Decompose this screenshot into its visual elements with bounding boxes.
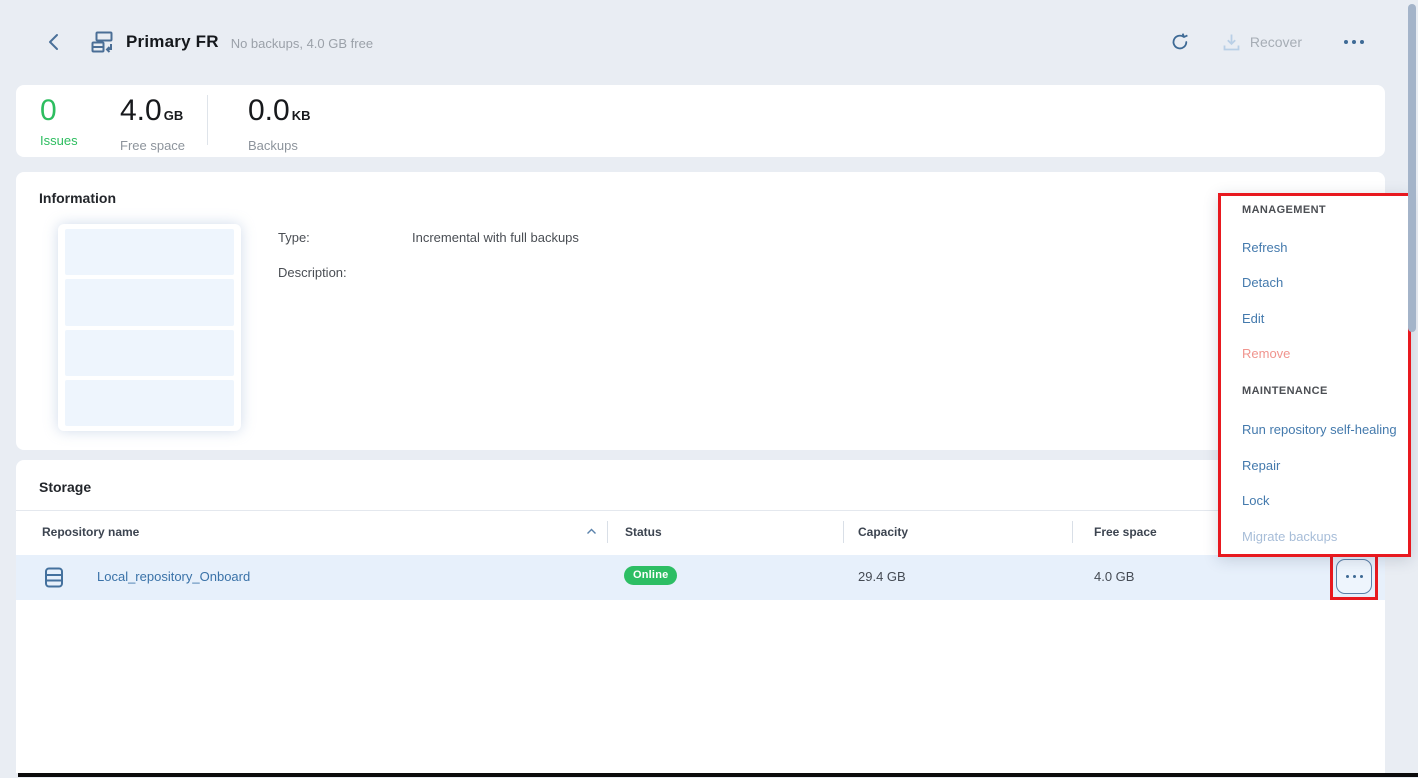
free-space-cell: 4.0 GB [1094, 569, 1134, 584]
free-space-value: 4.0 [120, 94, 162, 127]
menu-item-run-repository-self-healing[interactable]: Run repository self-healing [1242, 422, 1397, 437]
information-title: Information [39, 190, 116, 206]
window-bottom-edge [18, 773, 1418, 777]
sort-asc-icon[interactable] [586, 528, 597, 535]
menu-section-maintenance: MAINTENANCE [1242, 385, 1328, 397]
field-type: Type: Incremental with full backups [278, 230, 579, 245]
ellipsis-icon [1344, 40, 1348, 44]
header-more-button[interactable] [1338, 34, 1370, 50]
storage-panel: Storage Repository name Status Capacity … [16, 460, 1385, 773]
column-free-space[interactable]: Free space [1094, 525, 1157, 539]
page-header: Primary FR No backups, 4.0 GB free Recov… [40, 22, 1370, 62]
stat-divider [207, 95, 208, 145]
menu-item-remove[interactable]: Remove [1242, 346, 1290, 361]
repository-name-link[interactable]: Local_repository_Onboard [97, 569, 250, 584]
refresh-icon [1170, 32, 1190, 52]
issues-label: Issues [40, 133, 78, 148]
backups-unit: KB [292, 108, 311, 123]
database-icon [44, 567, 64, 588]
backups-label: Backups [248, 138, 311, 153]
back-button[interactable] [40, 28, 68, 56]
ellipsis-icon [1346, 575, 1363, 578]
page-title: Primary FR [126, 32, 219, 52]
issues-value: 0 [40, 95, 78, 127]
status-badge: Online [624, 566, 677, 585]
backups-value: 0.0 [248, 94, 290, 127]
table-row[interactable]: Local_repository_Onboard Online 29.4 GB … [16, 555, 1385, 600]
information-panel: Information Type: Incremental with full … [16, 172, 1385, 450]
repository-illustration [58, 224, 241, 431]
table-header: Repository name Status Capacity Free spa… [16, 511, 1385, 555]
column-status[interactable]: Status [625, 525, 662, 539]
free-space-unit: GB [164, 108, 184, 123]
row-actions-context-menu: MANAGEMENT Refresh Detach Edit Remove MA… [1218, 193, 1411, 557]
chevron-left-icon [46, 33, 62, 51]
menu-item-edit[interactable]: Edit [1242, 311, 1264, 326]
column-divider [843, 521, 844, 543]
type-label: Type: [278, 230, 412, 245]
menu-item-migrate-backups[interactable]: Migrate backups [1242, 529, 1337, 544]
column-divider [1072, 521, 1073, 543]
field-description: Description: [278, 265, 579, 280]
description-label: Description: [278, 265, 412, 280]
stat-free-space: 4.0GB Free space [120, 95, 185, 153]
type-value: Incremental with full backups [412, 230, 579, 245]
recover-button[interactable]: Recover [1222, 33, 1302, 52]
menu-item-detach[interactable]: Detach [1242, 275, 1283, 290]
row-actions-button[interactable] [1336, 559, 1372, 594]
refresh-button[interactable] [1164, 26, 1196, 58]
menu-section-management: MANAGEMENT [1242, 204, 1326, 216]
vertical-scrollbar-thumb[interactable] [1408, 4, 1416, 332]
column-capacity[interactable]: Capacity [858, 525, 908, 539]
stat-backups: 0.0KB Backups [248, 95, 311, 153]
storage-title: Storage [39, 479, 91, 495]
column-repository-name[interactable]: Repository name [42, 525, 139, 539]
repository-icon [90, 30, 114, 54]
menu-item-refresh[interactable]: Refresh [1242, 240, 1288, 255]
stat-issues: 0 Issues [40, 95, 78, 148]
page-subtitle: No backups, 4.0 GB free [231, 34, 373, 51]
download-icon [1222, 33, 1241, 52]
column-divider [607, 521, 608, 543]
menu-item-repair[interactable]: Repair [1242, 458, 1280, 473]
summary-stats-panel: 0 Issues 4.0GB Free space 0.0KB Backups [16, 85, 1385, 157]
information-fields: Type: Incremental with full backups Desc… [278, 230, 579, 300]
free-space-label: Free space [120, 138, 185, 153]
recover-label: Recover [1250, 34, 1302, 50]
capacity-cell: 29.4 GB [858, 569, 906, 584]
menu-item-lock[interactable]: Lock [1242, 493, 1269, 508]
